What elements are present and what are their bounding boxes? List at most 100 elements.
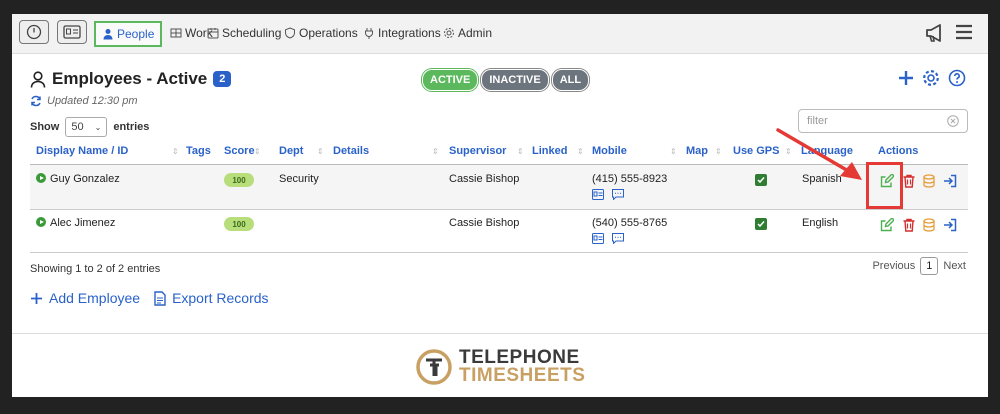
sort-icon: ⇕: [432, 147, 439, 156]
nav-scheduling[interactable]: Scheduling: [207, 23, 281, 43]
col-tags[interactable]: Tags: [186, 145, 211, 157]
count-badge: 2: [213, 71, 232, 87]
employee-name: Guy Gonzalez: [50, 173, 120, 185]
check-icon: [757, 177, 765, 184]
language-cell: English: [802, 217, 839, 229]
col-mobile[interactable]: Mobile: [592, 145, 627, 157]
filter-all-button[interactable]: ALL: [551, 69, 590, 91]
message-icon[interactable]: [612, 233, 624, 244]
sort-icon: ⇕: [577, 147, 584, 156]
sort-icon: ⇕: [172, 147, 179, 156]
message-icon[interactable]: [612, 189, 624, 200]
page-1-button[interactable]: 1: [920, 257, 939, 275]
grid-icon: [170, 28, 182, 38]
plus-icon[interactable]: [898, 70, 914, 86]
mobile-cell: (540) 555-8765: [592, 217, 668, 229]
employee-name-link[interactable]: Guy Gonzalez: [36, 173, 120, 185]
header-actions: [898, 69, 966, 87]
annotation-arrow-icon: [776, 128, 862, 180]
refresh-icon[interactable]: [30, 95, 42, 107]
menu-button[interactable]: [954, 22, 974, 42]
score-badge: 100: [224, 217, 254, 231]
pagination: Previous 1 Next: [872, 257, 966, 275]
nav-people[interactable]: People: [94, 21, 163, 47]
nav-label: People: [117, 27, 155, 41]
person-icon: [103, 29, 113, 40]
add-employee-label: Add Employee: [49, 290, 141, 306]
nav-integrations[interactable]: Integrations: [363, 23, 441, 43]
clock-icon: [26, 24, 42, 40]
col-supervisor[interactable]: Supervisor: [449, 145, 506, 157]
employee-name-link[interactable]: Alec Jimenez: [36, 217, 115, 229]
add-employee-button[interactable]: Add Employee: [30, 290, 140, 306]
show-label: Show: [30, 121, 60, 133]
database-icon[interactable]: [922, 218, 936, 232]
play-icon: [36, 173, 46, 183]
announcement-button[interactable]: [924, 22, 946, 44]
nav-operations[interactable]: Operations: [284, 23, 358, 43]
gear-icon: [444, 28, 454, 38]
page-size-value: 50: [71, 121, 84, 133]
nav-label: Scheduling: [222, 26, 282, 40]
page-size-control: Show 50 ⌄ entries: [30, 117, 149, 137]
sort-icon: ⇕: [715, 147, 722, 156]
help-icon[interactable]: [948, 69, 966, 87]
document-icon: [154, 290, 166, 306]
sort-icon: ⇕: [670, 147, 677, 156]
nav-label: Integrations: [378, 26, 441, 40]
score-badge: 100: [224, 173, 254, 187]
top-navbar: People Work Scheduling Operations Integr…: [12, 14, 988, 54]
clock-toggle-button[interactable]: [19, 20, 49, 44]
dept-cell: Security: [279, 173, 319, 185]
person-outline-icon: [30, 70, 46, 88]
clear-icon[interactable]: [947, 115, 959, 127]
gear-icon[interactable]: [922, 69, 940, 87]
id-card-icon: [63, 25, 81, 39]
database-icon[interactable]: [922, 174, 936, 188]
last-updated: Updated 12:30 pm: [30, 95, 138, 107]
updated-text: Updated 12:30 pm: [47, 95, 138, 107]
card-view-button[interactable]: [57, 20, 87, 44]
logo-line-2: TIMESHEETS: [459, 365, 586, 386]
page-header: Employees - Active 2: [30, 69, 232, 89]
filter-inactive-button[interactable]: INACTIVE: [481, 69, 549, 91]
brand-logo: TELEPHONE TIMESHEETS: [415, 348, 585, 386]
nav-label: Admin: [458, 26, 493, 40]
filter-active-button[interactable]: ACTIVE: [422, 69, 479, 91]
use-gps-checkbox[interactable]: [755, 174, 767, 186]
check-icon: [757, 221, 765, 228]
shield-icon: [285, 27, 295, 39]
edit-icon[interactable]: [880, 218, 894, 232]
footer-divider: [12, 333, 988, 334]
export-records-label: Export Records: [172, 290, 269, 306]
nav-admin[interactable]: Admin: [443, 23, 492, 43]
supervisor-cell: Cassie Bishop: [449, 173, 520, 185]
col-actions: Actions: [878, 145, 919, 157]
play-icon: [36, 217, 46, 227]
page-size-select[interactable]: 50 ⌄: [65, 117, 108, 137]
col-display-name[interactable]: Display Name / ID: [36, 145, 128, 157]
login-icon[interactable]: [943, 218, 957, 232]
id-card-icon[interactable]: [592, 189, 604, 200]
mobile-cell: (415) 555-8923: [592, 173, 668, 185]
chevron-down-icon: ⌄: [94, 122, 102, 132]
supervisor-cell: Cassie Bishop: [449, 217, 520, 229]
col-dept[interactable]: Dept: [279, 145, 303, 157]
employee-name: Alec Jimenez: [50, 217, 116, 229]
trash-icon[interactable]: [902, 174, 916, 188]
previous-button[interactable]: Previous: [872, 260, 915, 272]
export-records-button[interactable]: Export Records: [154, 290, 269, 306]
use-gps-checkbox[interactable]: [755, 218, 767, 230]
col-details[interactable]: Details: [333, 145, 369, 157]
trash-icon[interactable]: [902, 218, 916, 232]
next-button[interactable]: Next: [943, 260, 966, 272]
id-card-icon[interactable]: [592, 233, 604, 244]
login-icon[interactable]: [943, 174, 957, 188]
calendar-icon: [207, 28, 219, 39]
status-filter: ACTIVE INACTIVE ALL: [422, 69, 590, 91]
col-linked[interactable]: Linked: [532, 145, 567, 157]
table-bottom-divider: [30, 252, 968, 253]
col-score[interactable]: Score: [224, 145, 255, 157]
row-divider: [30, 209, 968, 210]
col-map[interactable]: Map: [686, 145, 708, 157]
